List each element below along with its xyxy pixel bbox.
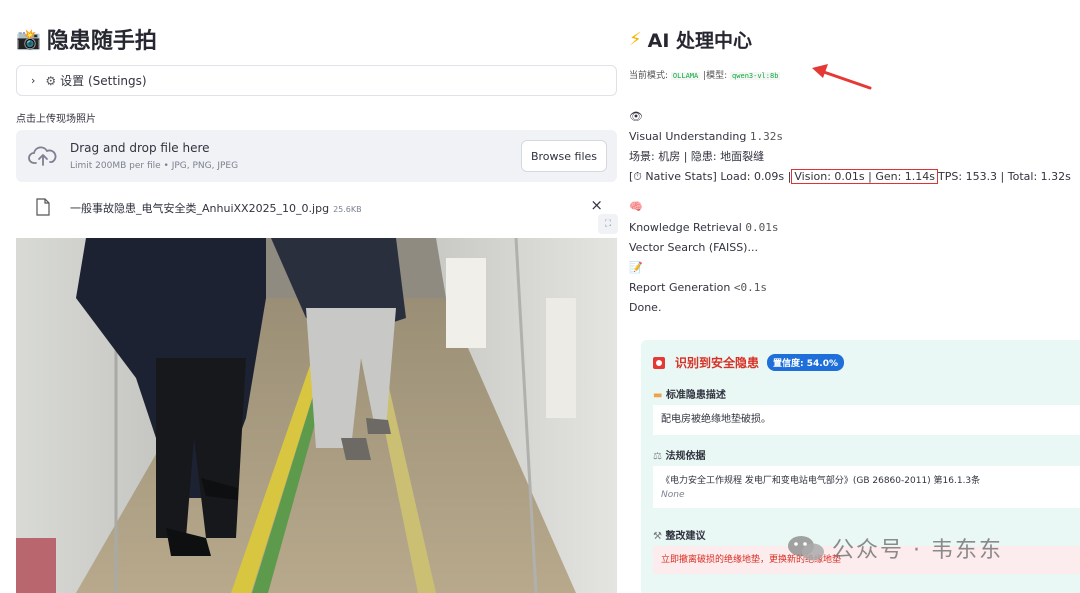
- log-vector-search: Vector Search (FAISS)...: [629, 241, 758, 254]
- desc-label-text: 标准隐患描述: [665, 390, 726, 401]
- file-name: 一般事故隐患_电气安全类_AnhuiXX2025_10_0.jpg 25.6KB: [70, 200, 362, 216]
- upload-label: 点击上传现场照片: [16, 114, 96, 125]
- file-dropzone[interactable]: Drag and drop file here Limit 200MB per …: [16, 130, 617, 182]
- mode-prefix: 当前模式:: [629, 71, 669, 81]
- law-section-label: ⚖ 法规依据: [653, 447, 705, 462]
- model-prefix: |模型:: [703, 71, 728, 81]
- eye-icon: 👁: [629, 110, 643, 123]
- file-name-text: 一般事故隐患_电气安全类_AnhuiXX2025_10_0.jpg: [70, 202, 330, 215]
- fullscreen-icon[interactable]: ⛶: [598, 214, 618, 234]
- law-label-text: 法规依据: [665, 451, 706, 462]
- scale-icon: ⚖: [653, 451, 662, 462]
- confidence-badge: 置信度: 54.0%: [767, 354, 844, 371]
- log-kr-label: Knowledge Retrieval: [629, 221, 742, 234]
- page-title-text: 隐患随手拍: [46, 29, 157, 54]
- camera-icon: 📸: [16, 27, 41, 51]
- file-icon: [36, 198, 50, 216]
- law-box: 《电力安全工作规程 发电厂和变电站电气部分》(GB 26860-2011) 第1…: [653, 466, 1080, 508]
- upload-panel: 📸 隐患随手拍 › ⚙ 设置 (Settings) 点击上传现场照片 Drag …: [16, 0, 618, 593]
- watermark-text: 公众号 · 韦东东: [832, 538, 1003, 563]
- log-rg-label: Report Generation: [629, 281, 731, 294]
- log-vis-time: 1.32s: [749, 130, 784, 143]
- ai-panel-title-text: AI 处理中心: [647, 29, 753, 52]
- log-knowledge-retrieval: Knowledge Retrieval 0.01s: [629, 219, 778, 237]
- tools-icon: ⚒: [653, 531, 662, 542]
- desc-text: 配电房被绝缘地垫破损。: [653, 405, 1080, 435]
- log-kr-time: 0.01s: [745, 221, 779, 234]
- memo-icon: 📝: [629, 261, 643, 274]
- log-stats-suffix: TPS: 153.3 | Total: 1.32s: [938, 170, 1071, 183]
- uploaded-photo-image: [16, 238, 617, 593]
- result-title-text: 识别到安全隐患: [675, 356, 760, 370]
- mode-value: OLLAMA: [670, 72, 701, 80]
- ai-panel-title: ⚡ AI 处理中心: [629, 24, 752, 54]
- result-title: 识别到安全隐患 置信度: 54.0%: [653, 354, 844, 371]
- uploaded-photo: [16, 238, 617, 593]
- log-report-generation: Report Generation <0.1s: [629, 279, 767, 297]
- lightning-icon: ⚡: [629, 28, 642, 50]
- uploaded-file-row: 一般事故隐患_电气安全类_AnhuiXX2025_10_0.jpg 25.6KB …: [16, 196, 617, 220]
- siren-icon: [653, 356, 665, 369]
- fix-label-text: 整改建议: [665, 531, 706, 542]
- log-rg-time: <0.1s: [733, 281, 767, 294]
- watermark: 公众号 · 韦东东: [786, 532, 1003, 564]
- log-vis-label: Visual Understanding: [629, 130, 747, 143]
- dropzone-title: Drag and drop file here: [70, 141, 210, 155]
- cloud-upload-icon: [28, 146, 57, 166]
- law-none: None: [661, 490, 685, 500]
- log-native-stats: [⏱ Native Stats] Load: 0.09s | Vision: 0.…: [629, 168, 1071, 186]
- log-stats-highlight: Vision: 0.01s | Gen: 1.14s: [791, 169, 939, 184]
- file-size: 25.6KB: [333, 205, 362, 214]
- page-title: 📸 隐患随手拍: [16, 24, 157, 54]
- dropzone-subtitle: Limit 200MB per file • JPG, PNG, JPEG: [70, 161, 239, 171]
- gear-icon: ⚙: [45, 73, 57, 88]
- law-text: 《电力安全工作规程 发电厂和变电站电气部分》(GB 26860-2011) 第1…: [661, 476, 981, 486]
- chevron-right-icon: ›: [31, 74, 36, 87]
- desc-section-label: ▬ 标准隐患描述: [653, 386, 726, 401]
- log-visual-understanding: Visual Understanding 1.32s: [629, 128, 783, 146]
- log-done: Done.: [629, 301, 662, 314]
- annotation-arrow-icon: [812, 64, 872, 90]
- log-scene: 场景: 机房 | 隐患: 地面裂缝: [629, 150, 765, 163]
- fix-section-label: ⚒ 整改建议: [653, 527, 705, 542]
- settings-expander[interactable]: › ⚙ 设置 (Settings): [16, 65, 617, 96]
- settings-label: 设置 (Settings): [60, 74, 147, 88]
- close-icon[interactable]: ×: [590, 196, 603, 214]
- brain-icon: 🧠: [629, 200, 643, 213]
- mode-line: 当前模式: OLLAMA |模型: qwen3-vl:8b: [629, 68, 781, 81]
- wechat-icon: [788, 536, 824, 561]
- tag-icon: ▬: [653, 390, 663, 401]
- log-stats-prefix: [⏱ Native Stats] Load: 0.09s |: [629, 170, 792, 183]
- browse-files-button[interactable]: Browse files: [521, 140, 607, 172]
- model-value: qwen3-vl:8b: [730, 72, 781, 80]
